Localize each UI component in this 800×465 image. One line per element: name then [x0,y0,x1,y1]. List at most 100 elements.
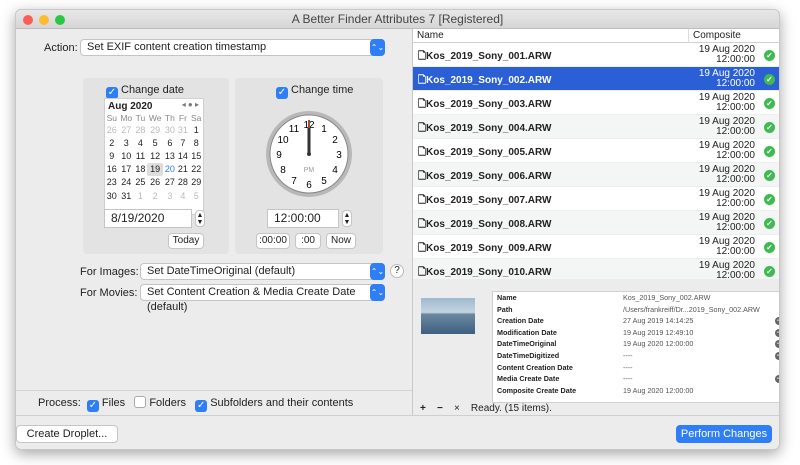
calendar-day[interactable]: 31 [119,189,134,202]
calendar-day[interactable]: 23 [105,176,119,189]
file-row[interactable]: 🗋Kos_2019_Sony_005.ARW 19 Aug 2020 12:00:… [413,139,779,163]
help-button[interactable]: ? [390,264,404,278]
calendar-day[interactable]: 5 [147,136,163,149]
weekday-label: Th [164,113,175,123]
folders-checkbox[interactable]: Folders [134,396,186,409]
calendar-day[interactable]: 11 [134,149,147,162]
arrow-go-icon[interactable]: ➜ [775,317,779,326]
calendar-day[interactable]: 26 [147,176,163,189]
calendar-day[interactable]: 28 [176,176,189,189]
calendar-day[interactable]: 18 [134,163,147,176]
file-row[interactable]: 🗋Kos_2019_Sony_007.ARW 19 Aug 2020 12:00:… [413,187,779,211]
calendar-day[interactable]: 21 [176,163,189,176]
status-bar: + − × Ready. (15 items). [420,403,552,414]
arrow-go-icon[interactable]: ➜ [775,375,779,384]
calendar-day[interactable]: 2 [105,136,119,149]
perform-changes-button[interactable]: Perform Changes [676,425,772,443]
clear-button[interactable]: × [454,403,460,414]
file-name: 🗋Kos_2019_Sony_004.ARW [418,123,552,134]
file-row[interactable]: 🗋Kos_2019_Sony_004.ARW 19 Aug 2020 12:00:… [413,115,779,139]
checkmark-status-icon: ✓ [764,50,775,61]
add-button[interactable]: + [420,403,426,414]
list-header: Name Composite [413,29,779,43]
calendar-day[interactable]: 27 [119,123,134,136]
minimize-window-button[interactable] [39,15,49,25]
calendar-day[interactable]: 29 [189,176,203,189]
calendar-day[interactable]: 4 [134,136,147,149]
file-row[interactable]: 🗋Kos_2019_Sony_006.ARW 19 Aug 2020 12:00:… [413,163,779,187]
arrow-go-icon[interactable]: ➜ [775,340,779,349]
calendar-day[interactable]: 27 [163,176,176,189]
calendar-day[interactable]: 14 [176,149,189,162]
metadata-key: Composite Create Date [497,385,577,395]
calendar-day[interactable]: 4 [176,189,189,202]
calendar-day[interactable]: 7 [176,136,189,149]
set-seconds-minutes-zero-button[interactable]: :00:00 [256,233,290,249]
file-icon: 🗋 [418,219,427,230]
calendar-day[interactable]: 5 [189,189,203,202]
calendar-day[interactable]: 9 [105,149,119,162]
file-icon: 🗋 [418,75,427,86]
close-window-button[interactable] [23,15,33,25]
calendar-nav-icons[interactable]: ◂ ● ▸ [182,100,199,109]
for-movies-popup[interactable]: Set Content Creation & Media Create Date… [140,284,385,313]
calendar-day[interactable]: 28 [134,123,147,136]
for-images-popup[interactable]: Set DateTimeOriginal (default) ⌃⌄ [140,263,385,280]
calendar-day[interactable]: 1 [189,123,203,136]
calendar-day[interactable]: 17 [119,163,134,176]
calendar-day[interactable]: 10 [119,149,134,162]
calendar-day[interactable]: 6 [163,136,176,149]
file-row[interactable]: 🗋Kos_2019_Sony_001.ARW 19 Aug 2020 12:00:… [413,43,779,67]
arrow-go-icon[interactable]: ➜ [775,351,779,360]
file-name: 🗋Kos_2019_Sony_009.ARW [418,243,552,254]
action-popup[interactable]: Set EXIF content creation timestamp ⌃⌄ [80,39,385,56]
weekday-label: Su [106,113,117,123]
set-seconds-zero-button[interactable]: :00 [295,233,321,249]
create-droplet-button[interactable]: Create Droplet... [16,425,118,443]
date-field[interactable]: 8/19/2020 [104,209,192,228]
file-row[interactable]: 🗋Kos_2019_Sony_009.ARW 19 Aug 2020 12:00:… [413,235,779,259]
arrow-go-icon[interactable]: ➜ [775,328,779,337]
date-stepper[interactable]: ▲ ▼ [195,210,205,227]
file-row[interactable]: 🗋Kos_2019_Sony_003.ARW 19 Aug 2020 12:00:… [413,91,779,115]
calendar-day[interactable]: 24 [119,176,134,189]
time-field[interactable]: 12:00:00 [267,209,339,228]
calendar-day[interactable]: 22 [189,163,203,176]
composite-date: 19 Aug 2020 12:00:00 [698,140,755,161]
calendar-day[interactable]: 12 [147,149,163,162]
calendar-day[interactable]: 16 [105,163,119,176]
remove-button[interactable]: − [437,403,443,414]
calendar-day[interactable]: 30 [163,123,176,136]
calendar-day[interactable]: 26 [105,123,119,136]
subfolders-checkbox[interactable]: ✓ Subfolders and their contents [195,397,353,412]
column-header-composite[interactable]: Composite [688,29,741,43]
calendar-day[interactable]: 19 [146,162,164,176]
calendar-day[interactable]: 29 [147,123,163,136]
calendar-day[interactable]: 13 [163,149,176,162]
calendar-day[interactable]: 3 [163,189,176,202]
calendar-day[interactable]: 8 [189,136,203,149]
column-header-name[interactable]: Name [417,29,444,43]
file-row[interactable]: 🗋Kos_2019_Sony_008.ARW 19 Aug 2020 12:00:… [413,211,779,235]
file-row[interactable]: 🗋Kos_2019_Sony_002.ARW 19 Aug 2020 12:00:… [413,67,779,91]
calendar-day[interactable]: 2 [147,189,163,202]
calendar-day[interactable]: 20 [163,163,176,176]
calendar-day[interactable]: 1 [134,189,147,202]
now-button[interactable]: Now [326,233,356,249]
file-name: 🗋Kos_2019_Sony_008.ARW [418,219,552,230]
calendar-day[interactable]: 3 [119,136,134,149]
popup-arrows-icon: ⌃⌄ [370,39,385,56]
time-stepper[interactable]: ▲ ▼ [342,210,352,227]
calendar-day[interactable]: 30 [105,189,119,202]
files-checkbox[interactable]: ✓ Files [86,397,125,412]
calendar-day[interactable]: 31 [176,123,189,136]
calendar[interactable]: Aug 2020 ◂ ● ▸ Su Mo Tu We Th Fr Sa 26 27 28 29 30 3… [104,98,204,215]
metadata-row: Modification Date 19 Aug 2019 12:49:10 ➜ [493,327,779,339]
change-date-checkbox[interactable]: ✓ Change date [106,84,184,99]
today-button[interactable]: Today [168,233,204,249]
analog-clock[interactable]: 111098765432112PM [265,110,353,198]
zoom-window-button[interactable] [55,15,65,25]
calendar-day[interactable]: 15 [189,149,203,162]
change-time-checkbox[interactable]: ✓ Change time [276,84,353,99]
calendar-day[interactable]: 25 [134,176,147,189]
